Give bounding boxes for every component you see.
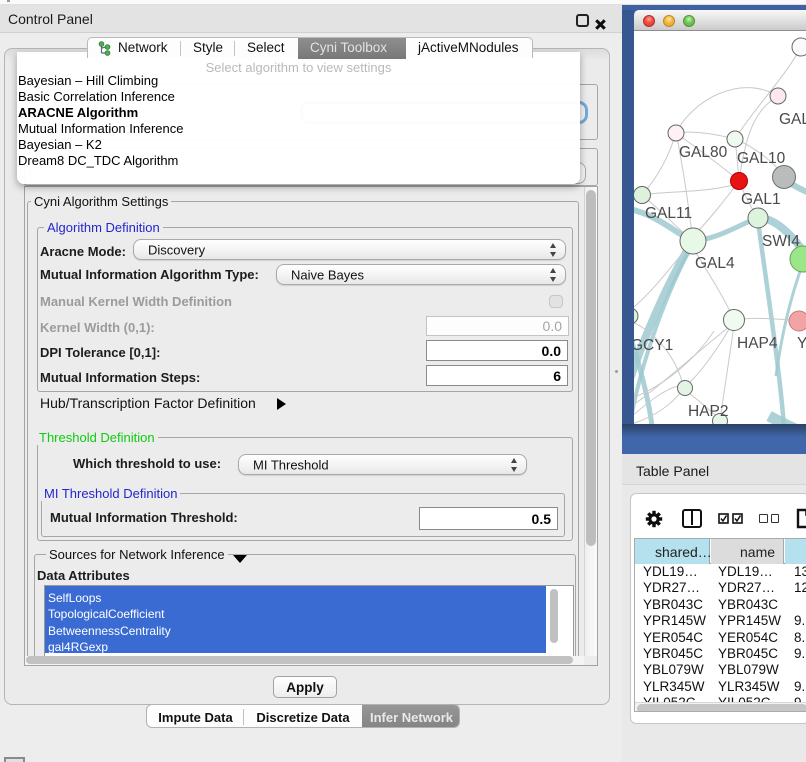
svg-text:Y: Y — [797, 335, 806, 352]
svg-text:GAL4: GAL4 — [695, 255, 735, 272]
svg-text:GAL10: GAL10 — [737, 150, 786, 167]
svg-text:GAL1: GAL1 — [741, 191, 781, 208]
svg-text:GAL11: GAL11 — [645, 205, 692, 222]
svg-text:GAL80: GAL80 — [679, 144, 728, 161]
svg-text:SWI4: SWI4 — [762, 233, 800, 250]
svg-text:GCY1: GCY1 — [634, 337, 673, 354]
svg-text:GAL: GAL — [779, 111, 806, 128]
svg-text:HAP4: HAP4 — [737, 335, 778, 352]
svg-text:HAP2: HAP2 — [688, 403, 729, 420]
